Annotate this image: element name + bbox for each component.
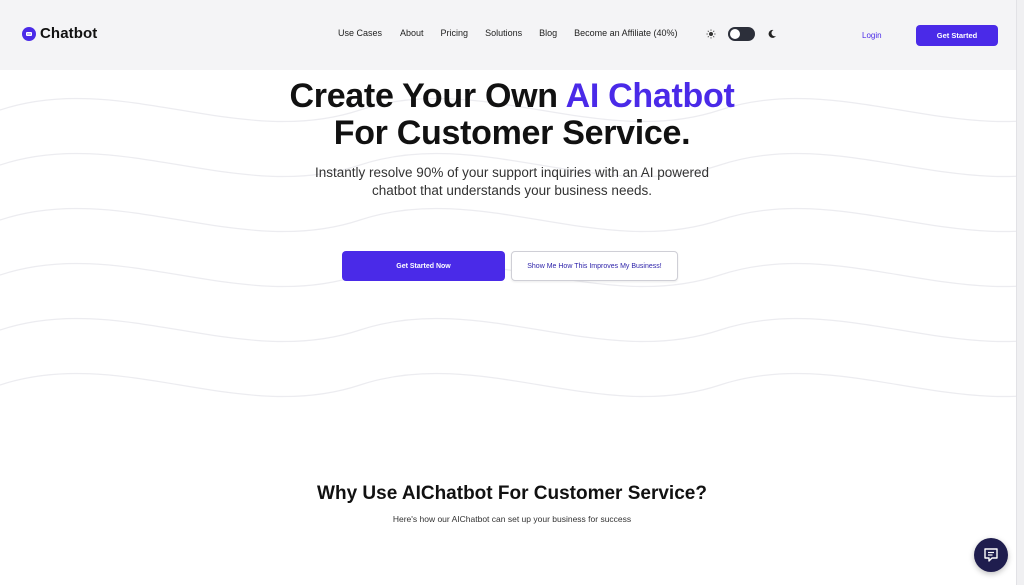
main-nav: Use Cases About Pricing Solutions Blog B… bbox=[338, 28, 678, 38]
hero-title-plain: Create Your Own bbox=[289, 77, 566, 115]
brand-name: Chatbot bbox=[40, 25, 98, 42]
hero-title: Create Your Own AI Chatbot For Customer … bbox=[0, 78, 1024, 152]
why-subtitle: Here's how our AIChatbot can set up your… bbox=[392, 514, 632, 524]
chat-bubble-icon bbox=[984, 548, 998, 562]
theme-toggle-group bbox=[706, 27, 777, 41]
get-started-button[interactable]: Get Started bbox=[916, 25, 998, 46]
sun-icon[interactable] bbox=[706, 29, 716, 39]
nav-link-about[interactable]: About bbox=[400, 28, 424, 38]
moon-icon[interactable] bbox=[767, 29, 777, 39]
nav-link-solutions[interactable]: Solutions bbox=[485, 28, 522, 38]
login-link[interactable]: Login bbox=[862, 31, 882, 40]
hero-subtitle: Instantly resolve 90% of your support in… bbox=[315, 165, 709, 198]
get-started-now-button[interactable]: Get Started Now bbox=[342, 251, 505, 281]
scrollbar[interactable] bbox=[1016, 0, 1024, 585]
why-section: Why Use AIChatbot For Customer Service? … bbox=[0, 482, 1024, 524]
page: Chatbot Use Cases About Pricing Solution… bbox=[0, 0, 1024, 585]
chatbot-logo-icon bbox=[22, 26, 36, 41]
navbar: Chatbot Use Cases About Pricing Solution… bbox=[0, 0, 1024, 70]
why-title: Why Use AIChatbot For Customer Service? bbox=[317, 483, 707, 504]
chat-launcher-button[interactable] bbox=[974, 538, 1008, 572]
hero-title-line2: For Customer Service. bbox=[333, 114, 691, 152]
hero-cta-group: Get Started Now Show Me How This Improve… bbox=[342, 251, 678, 281]
show-me-how-button[interactable]: Show Me How This Improves My Business! bbox=[511, 251, 678, 281]
hero-section: Create Your Own AI Chatbot For Customer … bbox=[0, 78, 1024, 200]
nav-link-blog[interactable]: Blog bbox=[539, 28, 557, 38]
nav-link-affiliate[interactable]: Become an Affiliate (40%) bbox=[574, 28, 677, 38]
toggle-knob bbox=[730, 29, 740, 39]
hero-title-accent: AI Chatbot bbox=[565, 77, 735, 115]
theme-toggle-switch[interactable] bbox=[728, 27, 755, 41]
brand-logo[interactable]: Chatbot bbox=[22, 25, 97, 42]
nav-link-use-cases[interactable]: Use Cases bbox=[338, 28, 382, 38]
nav-link-pricing[interactable]: Pricing bbox=[441, 28, 469, 38]
